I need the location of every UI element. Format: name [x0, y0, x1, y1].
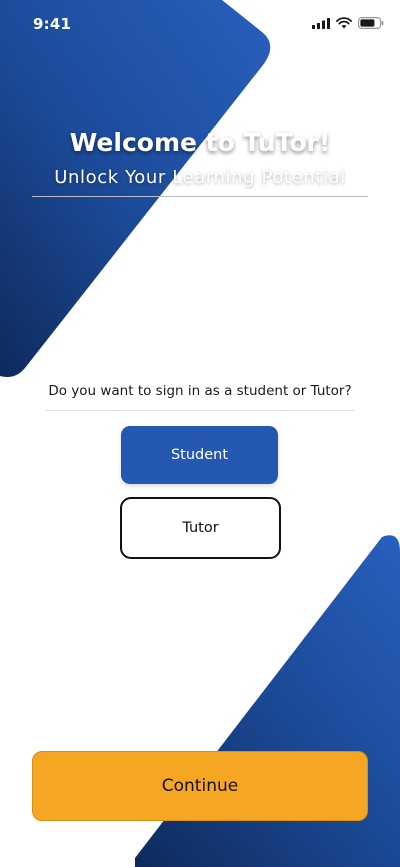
- status-icons: [312, 17, 384, 29]
- battery-icon: [358, 17, 384, 29]
- status-bar: 9:41: [0, 0, 400, 48]
- role-question: Do you want to sign in as a student or T…: [48, 383, 352, 399]
- wifi-icon: [336, 17, 352, 29]
- tagline-text: Unlock Your Learning Potential: [54, 167, 346, 188]
- header-divider: [32, 196, 368, 197]
- tutor-button[interactable]: Tutor: [120, 497, 281, 559]
- welcome-title: Welcome to TuTor!: [69, 128, 331, 157]
- continue-button[interactable]: Continue: [32, 751, 368, 821]
- question-divider: [45, 410, 355, 411]
- status-time: 9:41: [33, 15, 72, 33]
- cellular-signal-icon: [312, 17, 330, 29]
- student-button[interactable]: Student: [121, 426, 278, 484]
